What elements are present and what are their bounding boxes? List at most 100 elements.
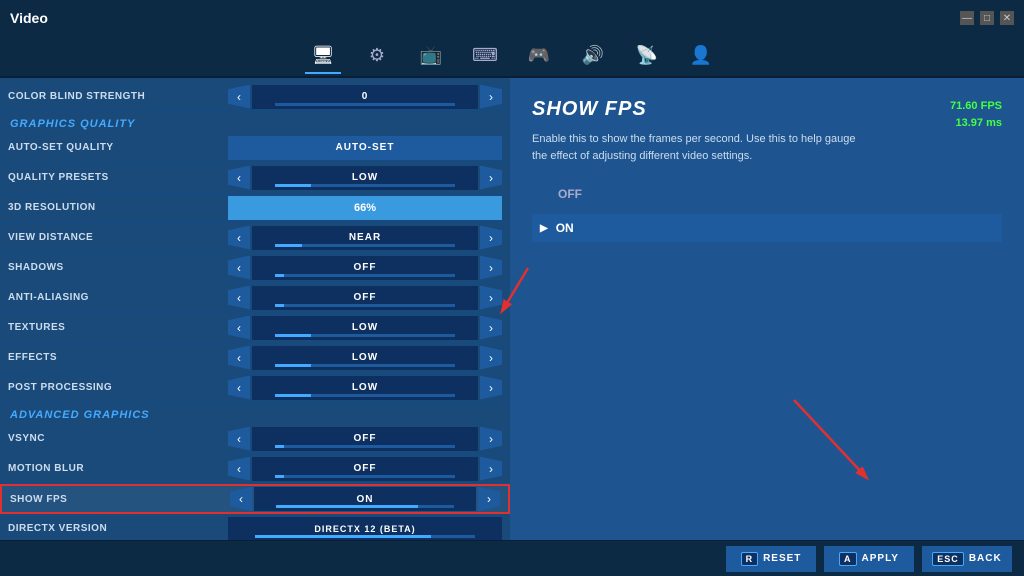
control-anti-aliasing: ‹ OFF › [228,286,502,310]
setting-row-vsync: VSYNC ‹ OFF › [0,424,510,454]
value-color-blind-strength: 0 [252,85,478,109]
nav-audio[interactable]: 🔊 [575,38,611,74]
label-shadows: SHADOWS [8,262,228,273]
setting-row-color-blind-strength: COLOR BLIND STRENGTH ‹ 0 › [0,82,510,112]
setting-row-post-processing: POST PROCESSING ‹ LOW › [0,373,510,403]
arrow-right-color-blind[interactable]: › [480,85,502,109]
nav-network[interactable]: 📡 [629,38,665,74]
arrow-right-motion-blur[interactable]: › [480,457,502,481]
nav-controller[interactable]: 🎮 [521,38,557,74]
value-3d-resolution[interactable]: 66% [228,196,502,220]
close-button[interactable]: ✕ [1000,11,1014,25]
arrow-left-textures[interactable]: ‹ [228,316,250,340]
value-vsync: OFF [252,427,478,451]
control-show-fps: ‹ ON › [230,487,500,511]
value-directx-version: DIRECTX 12 (BETA) [228,517,502,541]
option-row: OFF ON [532,180,1002,242]
label-post-processing: POST PROCESSING [8,382,228,393]
option-off[interactable]: OFF [532,180,1002,208]
control-3d-resolution: 66% [228,196,502,220]
back-key: ESC [932,552,964,566]
section-title-graphics-quality: GRAPHICS QUALITY [0,112,510,133]
label-show-fps: SHOW FPS [10,494,230,505]
maximize-button[interactable]: □ [980,11,994,25]
value-motion-blur: OFF [252,457,478,481]
main-container: COLOR BLIND STRENGTH ‹ 0 › GRAPHICS QUAL… [0,78,1024,540]
setting-row-textures: TEXTURES ‹ LOW › [0,313,510,343]
title-bar: Video — □ ✕ [0,0,1024,36]
arrow-left-anti-aliasing[interactable]: ‹ [228,286,250,310]
nav-bar: 🖥 ⚙ 📺 ⌨ 🎮 🔊 📡 👤 [0,36,1024,78]
label-auto-set-quality: AUTO-SET QUALITY [8,142,228,153]
reset-key: R [741,552,759,566]
value-effects: LOW [252,346,478,370]
value-anti-aliasing: OFF [252,286,478,310]
setting-row-motion-blur: MOTION BLUR ‹ OFF › [0,454,510,484]
value-post-processing: LOW [252,376,478,400]
arrow-left-quality[interactable]: ‹ [228,166,250,190]
control-directx-version: DIRECTX 12 (BETA) [228,517,502,541]
label-textures: TEXTURES [8,322,228,333]
control-effects: ‹ LOW › [228,346,502,370]
minimize-button[interactable]: — [960,11,974,25]
arrow-left-vsync[interactable]: ‹ [228,427,250,451]
setting-row-quality-presets: QUALITY PRESETS ‹ LOW › [0,163,510,193]
label-directx-version: DIRECTX VERSION [8,523,228,534]
label-color-blind-strength: COLOR BLIND STRENGTH [8,91,228,102]
arrow-right-shadows[interactable]: › [480,256,502,280]
title-bar-left: Video [10,10,48,26]
fps-display: 71.60 FPS 13.97 ms [950,98,1002,131]
bottom-bar: R RESET A APPLY ESC BACK [0,540,1024,576]
label-vsync: VSYNC [8,433,228,444]
right-panel: SHOW FPS Enable this to show the frames … [510,78,1024,540]
arrow-right-post-processing[interactable]: › [480,376,502,400]
arrow-right-textures[interactable]: › [480,316,502,340]
setting-row-view-distance: VIEW DISTANCE ‹ NEAR › [0,223,510,253]
arrow-left-effects[interactable]: ‹ [228,346,250,370]
section-title-advanced-graphics: ADVANCED GRAPHICS [0,403,510,424]
setting-row-anti-aliasing: ANTI-ALIASING ‹ OFF › [0,283,510,313]
setting-row-effects: EFFECTS ‹ LOW › [0,343,510,373]
label-motion-blur: MOTION BLUR [8,463,228,474]
control-quality-presets: ‹ LOW › [228,166,502,190]
window-controls[interactable]: — □ ✕ [960,11,1014,25]
back-button[interactable]: ESC BACK [922,546,1012,572]
control-shadows: ‹ OFF › [228,256,502,280]
arrow-left-motion-blur[interactable]: ‹ [228,457,250,481]
arrow-left-post-processing[interactable]: ‹ [228,376,250,400]
arrow-right-quality[interactable]: › [480,166,502,190]
arrow-right-anti-aliasing[interactable]: › [480,286,502,310]
arrow-left-shadows[interactable]: ‹ [228,256,250,280]
value-quality-presets: LOW [252,166,478,190]
control-auto-set-quality: AUTO-SET [228,136,502,160]
nav-user[interactable]: 👤 [683,38,719,74]
arrow-left-show-fps[interactable]: ‹ [230,487,252,511]
option-on[interactable]: ON [532,214,1002,242]
nav-keyboard[interactable]: ⌨ [467,38,503,74]
fps-value-1: 71.60 FPS [950,98,1002,115]
label-effects: EFFECTS [8,352,228,363]
detail-description: Enable this to show the frames per secon… [532,131,872,164]
arrow-left-view-distance[interactable]: ‹ [228,226,250,250]
value-view-distance: NEAR [252,226,478,250]
apply-label: APPLY [862,553,899,564]
label-anti-aliasing: ANTI-ALIASING [8,292,228,303]
reset-button[interactable]: R RESET [726,546,816,572]
btn-auto-set[interactable]: AUTO-SET [228,136,502,160]
detail-title: SHOW FPS [532,98,1002,121]
control-vsync: ‹ OFF › [228,427,502,451]
nav-gear[interactable]: ⚙ [359,38,395,74]
nav-display[interactable]: 📺 [413,38,449,74]
arrow-right-vsync[interactable]: › [480,427,502,451]
value-show-fps: ON [254,487,476,511]
fps-value-2: 13.97 ms [950,115,1002,132]
apply-button[interactable]: A APPLY [824,546,914,572]
arrow-right-view-distance[interactable]: › [480,226,502,250]
arrow-left-color-blind[interactable]: ‹ [228,85,250,109]
arrow-right-effects[interactable]: › [480,346,502,370]
label-quality-presets: QUALITY PRESETS [8,172,228,183]
setting-row-auto-set-quality: AUTO-SET QUALITY AUTO-SET [0,133,510,163]
setting-row-shadows: SHADOWS ‹ OFF › [0,253,510,283]
arrow-right-show-fps[interactable]: › [478,487,500,511]
nav-monitor[interactable]: 🖥 [305,38,341,74]
